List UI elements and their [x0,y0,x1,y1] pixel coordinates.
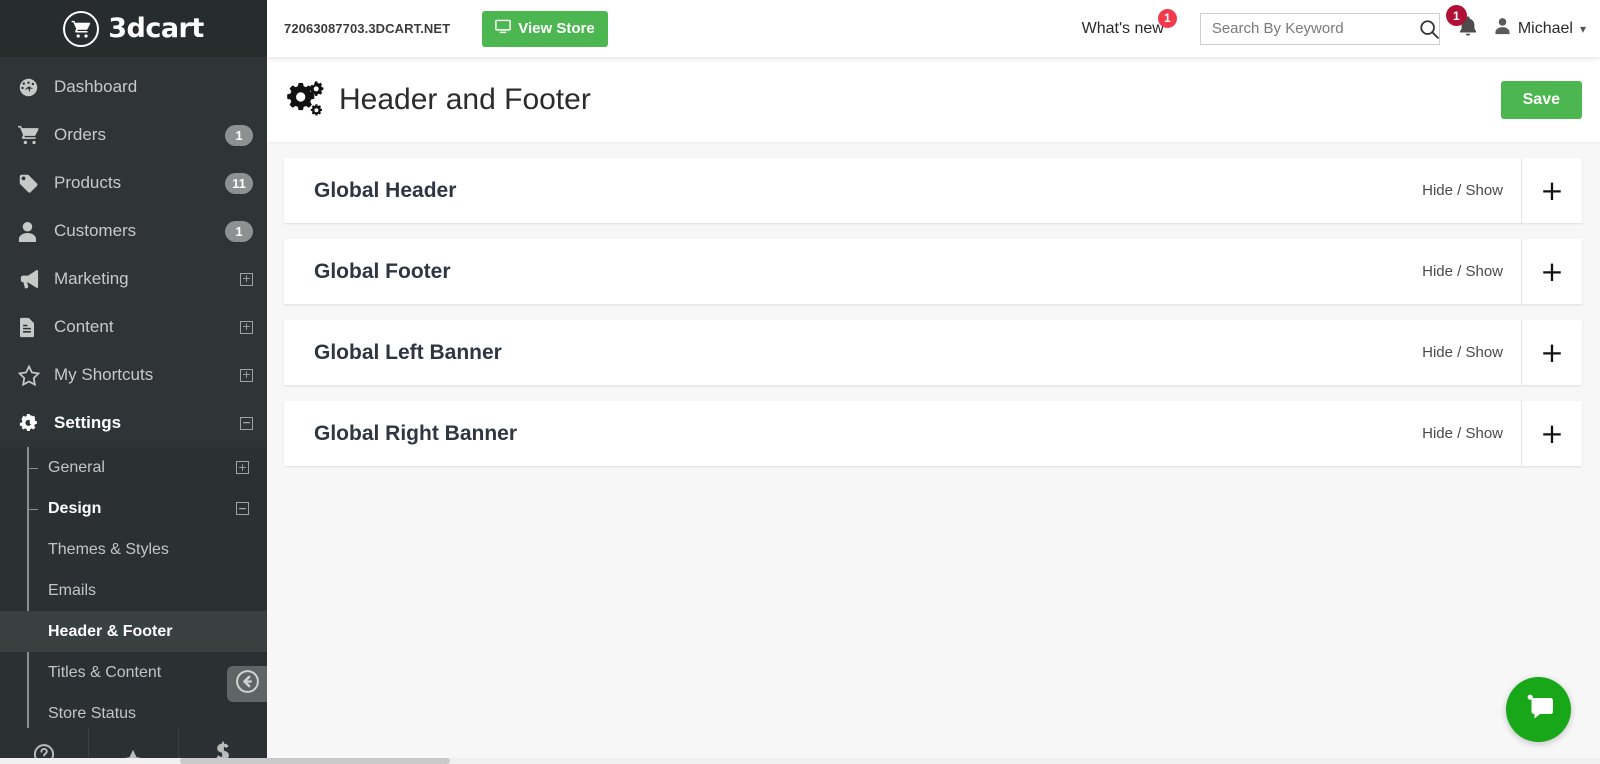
sidebar-collapse-button[interactable] [227,666,267,702]
sidebar-item-products[interactable]: Products 11 [0,159,267,207]
expand-icon[interactable]: + [240,369,253,382]
expand-icon[interactable]: + [236,461,249,474]
panel-title: Global Header [284,158,1412,223]
sidebar-item-dashboard[interactable]: Dashboard [0,63,267,111]
expand-panel-button[interactable]: + [1521,239,1582,304]
sidebar-item-label: Design [48,500,236,518]
sidebar-item-label: Header & Footer [48,623,249,641]
brand-name: 3dcart [108,13,204,44]
chevron-down-icon: ▾ [1580,22,1586,36]
sidebar: 3dcart Dashboard [0,0,267,764]
admin-app: 3dcart Dashboard [0,0,1600,764]
sidebar-item-emails[interactable]: Emails [0,570,267,611]
document-icon [18,317,48,338]
hide-show-link[interactable]: Hide / Show [1412,344,1521,361]
expand-icon[interactable]: + [240,321,253,334]
expand-panel-button[interactable]: + [1521,401,1582,466]
panel-global-right-banner: Global Right Banner Hide / Show + [284,401,1582,466]
sidebar-item-label: Emails [48,582,249,600]
search-icon[interactable] [1419,14,1439,44]
sidebar-item-label: Themes & Styles [48,541,249,559]
notifications-button[interactable]: 1 [1458,15,1478,42]
gears-icon [18,413,48,434]
sidebar-item-content[interactable]: Content + [0,303,267,351]
status-badge: 1 [225,125,253,146]
page-content: Header and Footer Save Global Header Hid… [267,57,1600,764]
sidebar-item-label: Customers [54,221,225,241]
topbar-right-group: What's new 1 1 [1082,13,1600,45]
user-icon [1494,17,1511,40]
expand-panel-button[interactable]: + [1521,320,1582,385]
sidebar-item-settings[interactable]: Settings − [0,399,267,447]
sidebar-item-design[interactable]: Design − [0,488,267,529]
bell-icon [1458,24,1478,41]
sidebar-item-themes-styles[interactable]: Themes & Styles [0,529,267,570]
collapse-icon[interactable]: − [236,502,249,515]
page-title: Header and Footer [339,83,591,117]
monitor-icon [495,19,511,38]
tag-icon [18,173,48,194]
sidebar-item-my-shortcuts[interactable]: My Shortcuts + [0,351,267,399]
panel-title: Global Footer [284,239,1412,304]
circle-arrow-left-icon [235,669,260,699]
whats-new-badge: 1 [1158,9,1177,28]
user-menu[interactable]: Michael ▾ [1494,17,1586,40]
view-store-button[interactable]: View Store [482,11,607,47]
view-store-label: View Store [518,20,594,37]
sidebar-item-label: Dashboard [54,77,253,97]
user-icon [18,221,48,242]
panel-title: Global Right Banner [284,401,1412,466]
panel-title: Global Left Banner [284,320,1412,385]
expand-icon[interactable]: + [240,273,253,286]
sidebar-item-marketing[interactable]: Marketing + [0,255,267,303]
sidebar-item-label: Orders [54,125,225,145]
sidebar-item-label: Settings [54,413,240,433]
live-chat-button[interactable] [1506,677,1571,742]
panel-global-header: Global Header Hide / Show + [284,158,1582,223]
sidebar-item-orders[interactable]: Orders 1 [0,111,267,159]
expand-panel-button[interactable]: + [1521,158,1582,223]
sidebar-item-label: Marketing [54,269,240,289]
sidebar-item-label: Content [54,317,240,337]
status-badge: 1 [225,221,253,242]
user-name: Michael [1518,20,1573,38]
hide-show-link[interactable]: Hide / Show [1412,263,1521,280]
sidebar-item-label: Store Status [48,705,249,723]
brand-logo[interactable]: 3dcart [0,0,267,57]
sidebar-item-label: General [48,459,236,477]
sidebar-item-label: Products [54,173,225,193]
gauge-icon [18,77,48,98]
save-button[interactable]: Save [1501,81,1582,119]
hide-show-link[interactable]: Hide / Show [1412,182,1521,199]
notification-badge: 1 [1446,5,1467,26]
hide-show-link[interactable]: Hide / Show [1412,425,1521,442]
page-header: Header and Footer Save [267,57,1600,142]
sidebar-item-general[interactable]: General + [0,447,267,488]
cart-icon [18,125,48,145]
chat-bubble-icon [1523,692,1555,727]
whats-new-link[interactable]: What's new 1 [1082,20,1176,38]
topbar: 72063087703.3DCART.NET View Store What's… [267,0,1600,57]
gears-icon [284,81,324,119]
panel-global-left-banner: Global Left Banner Hide / Show + [284,320,1582,385]
shopping-cart-icon [63,11,99,47]
panel-list: Global Header Hide / Show + Global Foote… [267,142,1600,466]
status-badge: 11 [225,173,253,194]
sidebar-item-label: My Shortcuts [54,365,240,385]
sidebar-item-customers[interactable]: Customers 1 [0,207,267,255]
primary-nav: Dashboard Orders 1 [0,57,267,736]
sidebar-item-header-footer[interactable]: Header & Footer [0,611,267,652]
megaphone-icon [18,269,48,289]
search-box[interactable] [1200,13,1440,45]
store-url: 72063087703.3DCART.NET [284,21,450,36]
page-scrollbar-track[interactable] [0,758,1600,764]
whats-new-label: What's new [1082,20,1164,37]
panel-global-footer: Global Footer Hide / Show + [284,239,1582,304]
collapse-icon[interactable]: − [240,417,253,430]
star-icon [18,365,48,386]
search-input[interactable] [1201,14,1419,44]
sidebar-item-label: Titles & Content [48,664,249,682]
page-scrollbar-thumb[interactable] [180,758,450,764]
